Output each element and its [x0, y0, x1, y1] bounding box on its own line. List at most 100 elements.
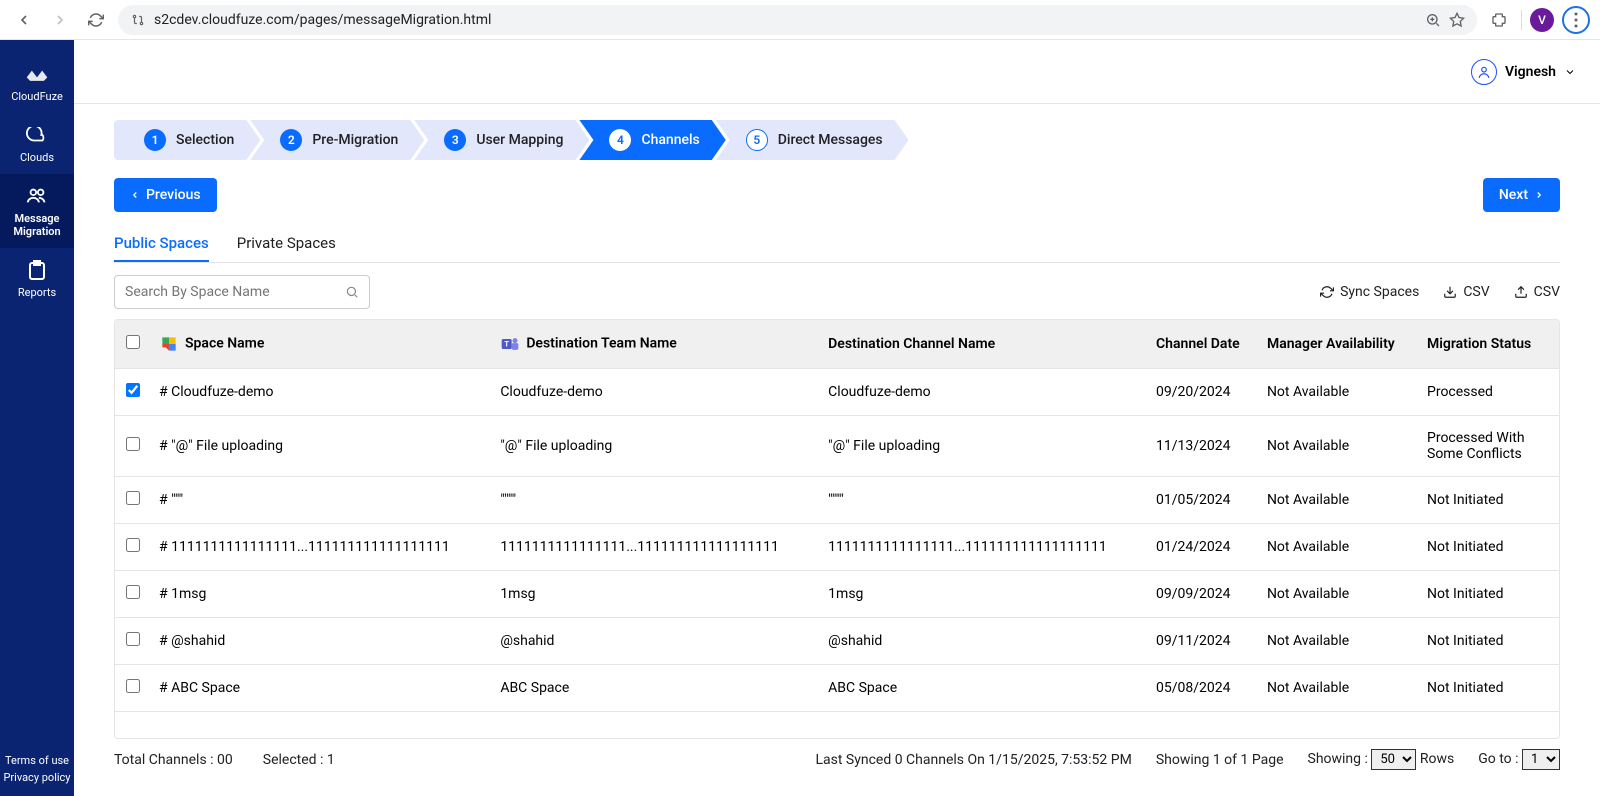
cell-space-name: # Cloudfuze-demo	[151, 369, 492, 416]
cell-manager-availability: Not Available	[1259, 416, 1419, 477]
col-destination-channel: Destination Channel Name	[820, 320, 1148, 369]
rows-select[interactable]: 50	[1371, 749, 1416, 770]
terms-link[interactable]: Terms of use	[0, 752, 74, 769]
row-checkbox[interactable]	[126, 632, 140, 646]
bookmark-icon[interactable]	[1449, 12, 1465, 28]
forward-button[interactable]	[46, 6, 74, 34]
cell-destination-channel: "@" File uploading	[820, 416, 1148, 477]
cell-space-name: # 1111111111111111...111111111111111111	[151, 524, 492, 571]
selected-count-label: Selected : 1	[263, 752, 335, 768]
cell-migration-status: Not Initiated	[1419, 571, 1559, 618]
download-csv-button[interactable]: CSV	[1443, 284, 1489, 300]
teams-icon: T	[500, 334, 520, 354]
cell-manager-availability: Not Available	[1259, 618, 1419, 665]
topbar: Vignesh	[74, 40, 1600, 104]
cell-manager-availability: Not Available	[1259, 571, 1419, 618]
step-channels[interactable]: 4Channels	[579, 120, 725, 160]
sidebar-item-message-migration[interactable]: Message Migration	[0, 174, 74, 248]
cell-migration-status: Not Initiated	[1419, 665, 1559, 712]
upload-icon	[1514, 285, 1528, 299]
step-label: Pre-Migration	[312, 132, 398, 148]
sidebar: CloudFuze Clouds Message Migration Repor…	[0, 40, 74, 796]
cell-manager-availability: Not Available	[1259, 477, 1419, 524]
site-settings-icon[interactable]	[130, 12, 146, 28]
sidebar-item-clouds[interactable]: Clouds	[0, 113, 74, 174]
cell-channel-date: 11/13/2024	[1148, 416, 1259, 477]
table-row: # """""""""""01/05/2024Not AvailableNot …	[115, 477, 1559, 524]
step-direct-messages[interactable]: 5Direct Messages	[716, 120, 909, 160]
sidebar-item-reports[interactable]: Reports	[0, 248, 74, 309]
user-menu[interactable]: Vignesh	[1471, 59, 1576, 85]
sync-icon	[1320, 285, 1334, 299]
goto-select[interactable]: 1	[1522, 749, 1560, 770]
select-all-checkbox[interactable]	[126, 335, 140, 349]
browser-toolbar: s2cdev.cloudfuze.com/pages/messageMigrat…	[0, 0, 1600, 40]
cell-migration-status: Processed	[1419, 369, 1559, 416]
cell-destination-team: """"	[492, 477, 820, 524]
total-channels-label: Total Channels : 00	[114, 752, 233, 768]
cell-manager-availability: Not Available	[1259, 369, 1419, 416]
table-row: # "@" File uploading"@" File uploading"@…	[115, 416, 1559, 477]
search-input[interactable]	[125, 284, 345, 300]
browser-menu-icon[interactable]	[1562, 6, 1590, 34]
cell-channel-date: 09/11/2024	[1148, 618, 1259, 665]
last-synced-label: Last Synced 0 Channels On 1/15/2025, 7:5…	[815, 752, 1131, 768]
showing-page-label: Showing 1 of 1 Page	[1156, 752, 1284, 768]
extensions-icon[interactable]	[1485, 6, 1513, 34]
sidebar-footer: Terms of use Privacy policy	[0, 752, 74, 786]
step-label: Direct Messages	[778, 132, 883, 148]
cell-destination-team: Cloudfuze-demo	[492, 369, 820, 416]
row-checkbox[interactable]	[126, 585, 140, 599]
profile-avatar[interactable]: V	[1530, 8, 1554, 32]
cell-migration-status: Not Initiated	[1419, 524, 1559, 571]
step-label: Selection	[176, 132, 234, 148]
table-row: # 1msg1msg1msg09/09/2024Not AvailableNot…	[115, 571, 1559, 618]
step-user-mapping[interactable]: 3User Mapping	[414, 120, 589, 160]
step-selection[interactable]: 1Selection	[114, 120, 260, 160]
previous-button[interactable]: Previous	[114, 178, 217, 212]
tab-private-spaces[interactable]: Private Spaces	[237, 226, 336, 262]
cell-migration-status: Processed With Some Conflicts	[1419, 416, 1559, 477]
google-chat-icon	[159, 334, 179, 354]
upload-csv-button[interactable]: CSV	[1514, 284, 1560, 300]
cell-migration-status: Not Initiated	[1419, 477, 1559, 524]
col-manager-availability: Manager Availability	[1259, 320, 1419, 369]
address-bar[interactable]: s2cdev.cloudfuze.com/pages/messageMigrat…	[118, 5, 1477, 35]
row-checkbox[interactable]	[126, 679, 140, 693]
row-checkbox[interactable]	[126, 491, 140, 505]
cell-space-name: # """	[151, 477, 492, 524]
sidebar-label: Reports	[18, 286, 56, 299]
zoom-icon[interactable]	[1425, 12, 1441, 28]
cell-destination-team: 1111111111111111...111111111111111111	[492, 524, 820, 571]
col-migration-status: Migration Status	[1419, 320, 1559, 369]
table-row: # Cloudfuze-demoCloudfuze-demoCloudfuze-…	[115, 369, 1559, 416]
cell-destination-team: ABC Space	[492, 665, 820, 712]
download-icon	[1443, 285, 1457, 299]
cell-channel-date: 09/20/2024	[1148, 369, 1259, 416]
search-icon	[345, 285, 359, 299]
cell-channel-date: 01/05/2024	[1148, 477, 1259, 524]
sidebar-label: Message Migration	[4, 212, 70, 238]
col-channel-date: Channel Date	[1148, 320, 1259, 369]
cell-destination-channel: Cloudfuze-demo	[820, 369, 1148, 416]
search-box[interactable]	[114, 275, 370, 309]
clipboard-icon	[25, 258, 49, 282]
reload-button[interactable]	[82, 6, 110, 34]
privacy-link[interactable]: Privacy policy	[0, 769, 74, 786]
table-row: # ABC SpaceABC SpaceABC Space05/08/2024N…	[115, 665, 1559, 712]
row-checkbox[interactable]	[126, 383, 140, 397]
goto-page: Go to : 1	[1478, 749, 1560, 770]
sidebar-item-cloudfuze[interactable]: CloudFuze	[0, 52, 74, 113]
sync-spaces-button[interactable]: Sync Spaces	[1320, 284, 1419, 300]
back-button[interactable]	[10, 6, 38, 34]
cell-channel-date: 05/08/2024	[1148, 665, 1259, 712]
col-space-name: Space Name	[151, 320, 492, 369]
cloud-icon	[25, 123, 49, 147]
step-pre-migration[interactable]: 2Pre-Migration	[250, 120, 424, 160]
row-checkbox[interactable]	[126, 538, 140, 552]
tab-public-spaces[interactable]: Public Spaces	[114, 226, 209, 262]
cell-channel-date: 01/24/2024	[1148, 524, 1259, 571]
next-button[interactable]: Next	[1483, 178, 1560, 212]
url-text: s2cdev.cloudfuze.com/pages/messageMigrat…	[154, 12, 491, 28]
row-checkbox[interactable]	[126, 437, 140, 451]
